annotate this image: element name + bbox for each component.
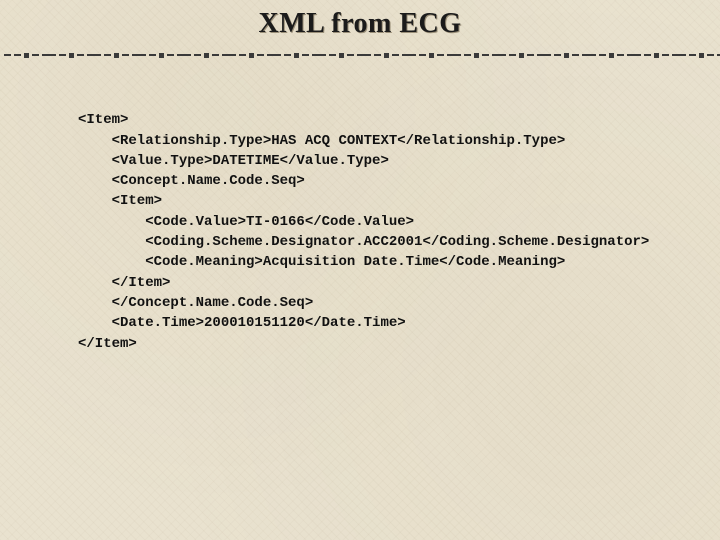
code-line: <Item>: [78, 193, 162, 209]
code-line: <Concept.Name.Code.Seq>: [78, 173, 305, 189]
code-line: <Relationship.Type>HAS ACQ CONTEXT</Rela…: [78, 133, 565, 149]
slide-title-text: XML from ECG: [258, 8, 461, 39]
code-line: <Code.Meaning>Acquisition Date.Time</Cod…: [78, 254, 565, 270]
code-line: <Item>: [78, 112, 128, 128]
code-line: </Concept.Name.Code.Seq>: [78, 295, 313, 311]
code-line: </Item>: [78, 275, 170, 291]
code-line: <Value.Type>DATETIME</Value.Type>: [78, 153, 389, 169]
code-line: <Date.Time>200010151120</Date.Time>: [78, 315, 406, 331]
title-divider: [0, 50, 720, 60]
code-line: </Item>: [78, 336, 137, 352]
xml-code-block: <Item> <Relationship.Type>HAS ACQ CONTEX…: [78, 90, 649, 354]
slide-title: XML from ECG XML from ECG: [0, 8, 720, 40]
code-line: <Coding.Scheme.Designator.ACC2001</Codin…: [78, 234, 649, 250]
code-line: <Code.Value>TI-0166</Code.Value>: [78, 214, 414, 230]
